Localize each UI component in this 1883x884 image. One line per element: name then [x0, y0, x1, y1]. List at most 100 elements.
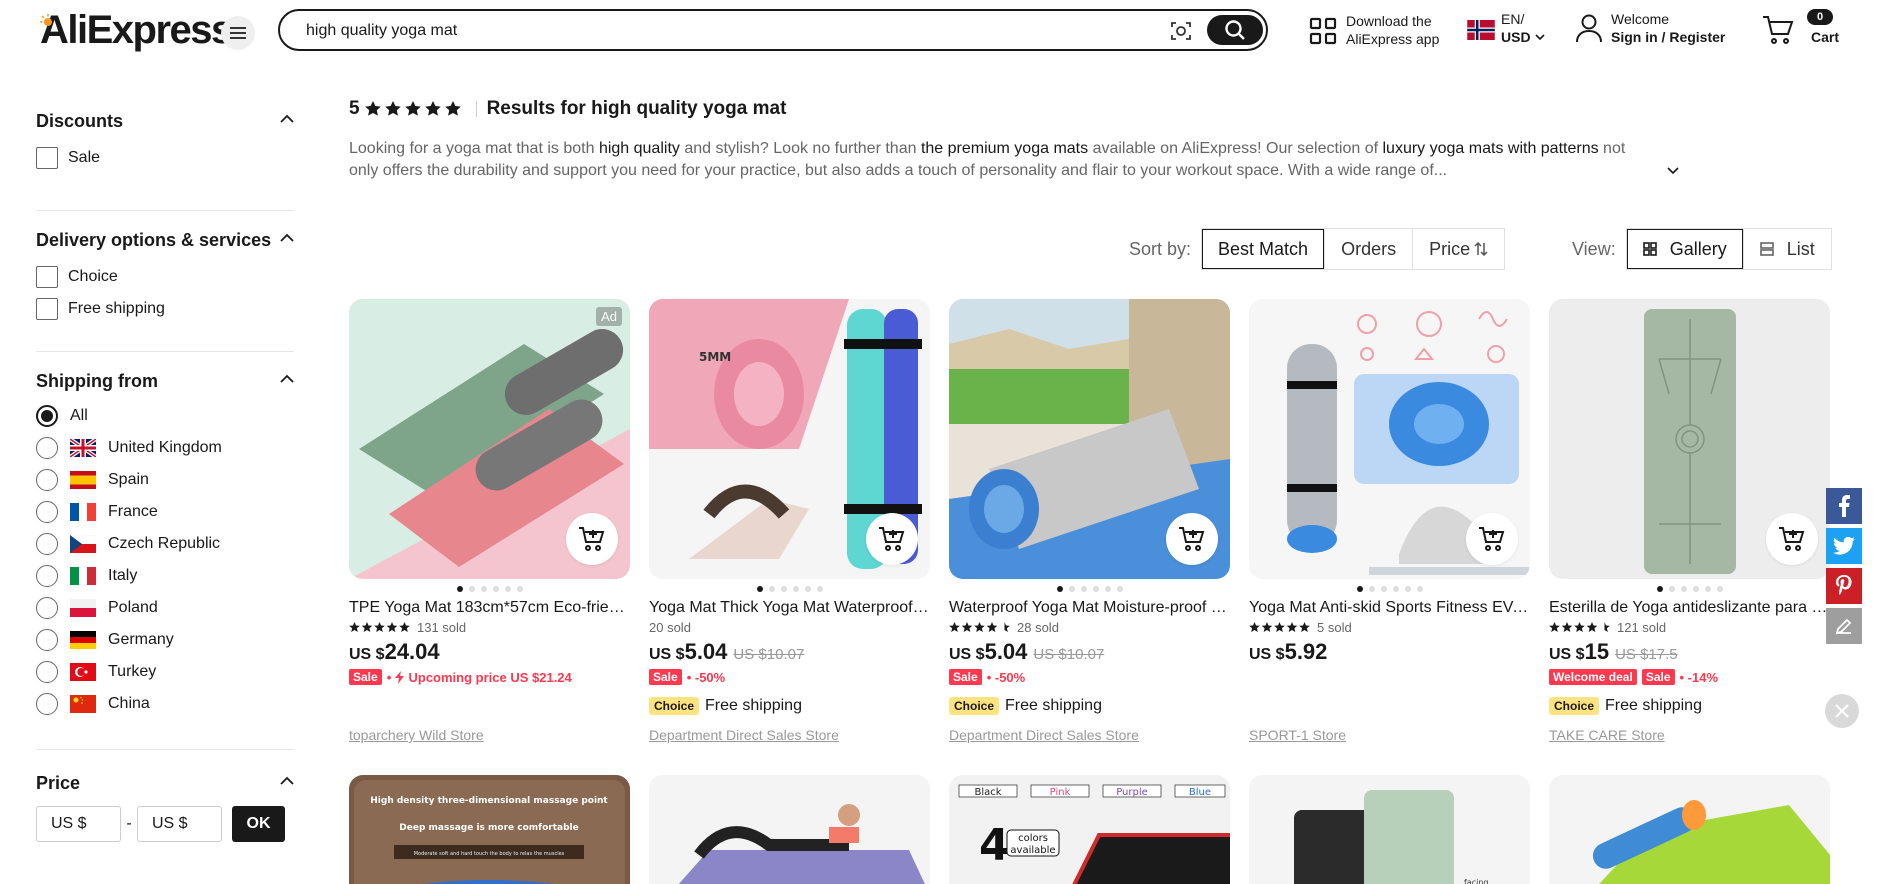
sort-orders[interactable]: Orders — [1324, 229, 1412, 269]
menu-button[interactable] — [221, 16, 255, 50]
product-title[interactable]: Yoga Mat Anti-skid Sports Fitness EVA Ma… — [1249, 598, 1530, 618]
aliexpress-logo[interactable]: AliExpress — [40, 8, 233, 52]
product-price: US $24.04 — [349, 639, 440, 665]
twitter-share-button[interactable] — [1826, 528, 1862, 564]
add-cart-icon — [879, 527, 905, 551]
facebook-share-button[interactable] — [1826, 488, 1862, 524]
filter-choice[interactable]: Choice — [36, 261, 294, 293]
ship-from-turkey[interactable]: Turkey — [36, 656, 294, 688]
store-link[interactable]: Department Direct Sales Store — [649, 727, 839, 743]
sold-count: 5 sold — [1317, 620, 1352, 635]
france-flag-icon — [70, 503, 96, 521]
product-image[interactable]: facing — [1249, 775, 1530, 884]
language-label: EN/ — [1501, 11, 1525, 27]
store-link[interactable]: Department Direct Sales Store — [949, 727, 1139, 743]
search-button[interactable] — [1207, 15, 1263, 45]
logo-text: AliExpress — [40, 8, 233, 52]
expand-description-icon[interactable] — [1667, 167, 1679, 175]
language-currency-selector[interactable]: EN/ USD — [1465, 9, 1545, 49]
photo-caption: Deep massage is more comfortable — [399, 823, 578, 833]
product-image[interactable]: High density three-dimensional massage p… — [349, 775, 630, 884]
sort-price[interactable]: Price — [1412, 229, 1504, 269]
checkbox[interactable] — [36, 298, 58, 320]
choice-badge: Choice — [1549, 697, 1600, 715]
sort-best-match[interactable]: Best Match — [1202, 229, 1325, 269]
user-icon — [1576, 14, 1602, 43]
product-title[interactable]: Waterproof Yoga Mat Moisture-proof Pad — [949, 598, 1230, 618]
add-to-cart-button[interactable] — [866, 513, 918, 565]
chevron-up-icon[interactable] — [280, 114, 294, 123]
add-to-cart-button[interactable] — [566, 513, 618, 565]
ship-from-all[interactable]: All — [36, 400, 294, 432]
search-input[interactable] — [306, 19, 1106, 43]
radio[interactable] — [36, 693, 58, 715]
ship-from-germany[interactable]: Germany — [36, 624, 294, 656]
ship-from-czech[interactable]: Czech Republic — [36, 528, 294, 560]
store-link[interactable]: SPORT-1 Store — [1249, 727, 1346, 743]
price-value: 5.04 — [684, 639, 728, 664]
radio[interactable] — [36, 661, 58, 683]
store-link[interactable]: toparchery Wild Store — [349, 727, 484, 743]
shipping-from-title: Shipping from — [36, 371, 158, 391]
chevron-up-icon[interactable] — [280, 233, 294, 242]
download-app-link[interactable]: Download the AliExpress app — [1306, 11, 1446, 51]
spain-flag-icon — [70, 471, 96, 489]
ship-from-france[interactable]: France — [36, 496, 294, 528]
store-link[interactable]: TAKE CARE Store — [1549, 727, 1665, 743]
close-share-button[interactable] — [1825, 694, 1859, 728]
product-title[interactable]: Esterilla de Yoga antideslizante para ej… — [1549, 598, 1830, 618]
view-label: View: — [1572, 238, 1616, 259]
ship-from-spain[interactable]: Spain — [36, 464, 294, 496]
product-image[interactable] — [649, 775, 930, 884]
price-ok-button[interactable]: OK — [232, 806, 285, 842]
product-image[interactable]: Black Pink Purple Blue 4 colors availabl… — [949, 775, 1230, 884]
ship-from-uk[interactable]: United Kingdom — [36, 432, 294, 464]
product-title[interactable]: TPE Yoga Mat 183cm*57cm Eco-friendly — [349, 598, 630, 618]
signin-link[interactable]: Welcome Sign in / Register — [1575, 9, 1735, 49]
add-to-cart-button[interactable] — [1466, 513, 1518, 565]
filter-sale[interactable]: Sale — [36, 142, 294, 174]
product-image[interactable] — [1549, 775, 1830, 884]
cart-link[interactable]: 0 Cart — [1760, 9, 1850, 49]
view-list[interactable]: List — [1742, 229, 1831, 269]
radio[interactable] — [36, 565, 58, 587]
add-to-cart-button[interactable] — [1166, 513, 1218, 565]
radio[interactable] — [36, 469, 58, 491]
chevron-up-icon[interactable] — [280, 776, 294, 785]
discount-percent: -50% — [694, 669, 726, 685]
price-min-input[interactable]: US $ — [36, 806, 121, 842]
radio[interactable] — [36, 533, 58, 555]
price-dash: - — [126, 815, 132, 832]
ship-from-poland[interactable]: Poland — [36, 592, 294, 624]
checkbox[interactable] — [36, 147, 58, 169]
price-max-input[interactable]: US $ — [137, 806, 222, 842]
add-to-cart-button[interactable] — [1766, 513, 1818, 565]
chevron-up-icon[interactable] — [280, 374, 294, 383]
cart-count-badge: 0 — [1807, 9, 1833, 25]
ship-from-italy[interactable]: Italy — [36, 560, 294, 592]
desc-keyword: the premium yoga mats — [920, 140, 1089, 157]
filter-free-shipping[interactable]: Free shipping — [36, 293, 294, 325]
photo-caption: colors — [1018, 833, 1048, 844]
radio[interactable] — [36, 629, 58, 651]
checkbox[interactable] — [36, 266, 58, 288]
pinterest-share-button[interactable] — [1826, 568, 1862, 604]
view-options: Gallery List — [1625, 228, 1832, 270]
radio[interactable] — [36, 597, 58, 619]
photo-caption: 5MM — [699, 350, 731, 364]
sold-count: 131 sold — [417, 620, 467, 635]
stars-icon — [1549, 622, 1611, 633]
product-title[interactable]: Yoga Mat Thick Yoga Mat Waterproof Non-s… — [649, 598, 930, 618]
ship-from-china[interactable]: China — [36, 688, 294, 720]
product-photo-two-mats: facing — [1249, 775, 1530, 884]
view-gallery[interactable]: Gallery — [1626, 229, 1743, 269]
radio[interactable] — [36, 405, 58, 427]
edit-share-button[interactable] — [1826, 608, 1862, 644]
discount-percent: -50% — [994, 669, 1026, 685]
radio[interactable] — [36, 437, 58, 459]
image-search-button[interactable] — [1167, 17, 1195, 45]
radio[interactable] — [36, 501, 58, 523]
sold-count: 20 sold — [649, 620, 691, 635]
original-price: US $10.07 — [733, 646, 805, 663]
image-dots — [349, 586, 630, 592]
